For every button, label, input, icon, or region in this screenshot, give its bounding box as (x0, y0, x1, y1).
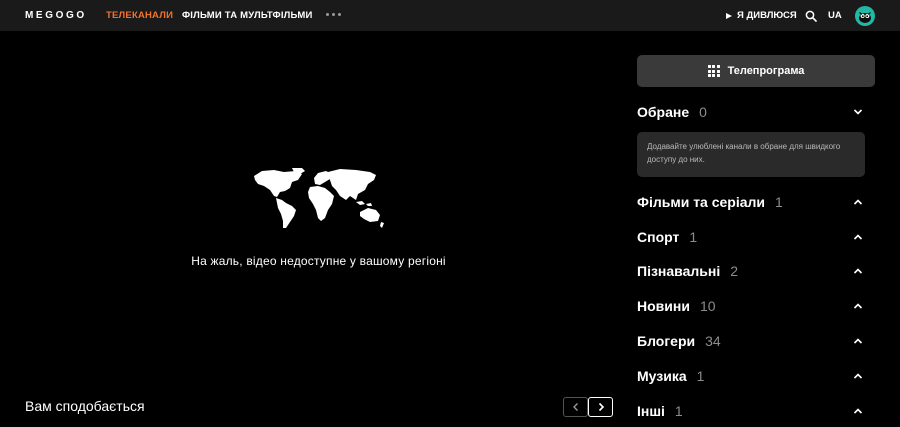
more-menu-icon[interactable] (326, 13, 341, 16)
chevron-up-icon (853, 199, 863, 205)
megogo-logo[interactable]: MEGOGO (25, 10, 87, 21)
chevron-down-icon (853, 109, 863, 115)
category-count: 10 (699, 298, 716, 314)
recommendations-title: Вам сподобається (25, 398, 145, 414)
chevron-right-icon (598, 402, 604, 412)
carousel-next-button[interactable] (588, 397, 613, 417)
avatar[interactable] (855, 6, 875, 26)
chevron-up-icon (853, 268, 863, 274)
category-music[interactable]: Музика 1 (637, 366, 875, 386)
category-name: Пізнавальні (637, 263, 721, 279)
category-sport[interactable]: Спорт 1 (637, 227, 875, 247)
chevron-up-icon (853, 234, 863, 240)
category-name: Інші (637, 403, 665, 419)
category-other[interactable]: Інші 1 (637, 401, 875, 421)
category-name: Фільми та серіали (637, 194, 766, 210)
chevron-up-icon (853, 373, 863, 379)
watching-label: Я ДИВЛЮСЯ (737, 10, 797, 21)
category-news[interactable]: Новини 10 (637, 296, 875, 316)
category-count: 2 (730, 263, 739, 279)
category-name: Обране (637, 104, 690, 120)
category-count: 1 (674, 403, 683, 419)
nav-movies-cartoons[interactable]: ФІЛЬМИ ТА МУЛЬТФІЛЬМИ (182, 10, 312, 21)
category-favorites[interactable]: Обране 0 (637, 102, 875, 122)
chevron-up-icon (853, 303, 863, 309)
watching-button[interactable]: Я ДИВЛЮСЯ (726, 10, 797, 21)
category-name: Музика (637, 368, 687, 384)
chevron-left-icon (572, 403, 578, 411)
carousel-prev-button[interactable] (563, 397, 588, 417)
category-bloggers[interactable]: Блогери 34 (637, 331, 875, 351)
play-icon (726, 12, 732, 19)
favorites-hint: Додавайте улюблені канали в обране для ш… (637, 132, 865, 177)
grid-icon (707, 65, 720, 77)
search-icon[interactable] (805, 9, 817, 27)
category-movies-series[interactable]: Фільми та серіали 1 (637, 192, 875, 212)
category-count: 1 (689, 229, 698, 245)
tv-guide-label: Телепрограма (727, 65, 805, 77)
tv-guide-button[interactable]: Телепрограма (637, 55, 875, 87)
region-unavailable-message: На жаль, відео недоступне у вашому регіо… (191, 254, 446, 268)
chevron-up-icon (853, 408, 863, 414)
channels-sidebar: Телепрограма Обране 0 Додавайте улюблені… (637, 31, 875, 427)
category-count: 34 (705, 333, 721, 349)
world-map-icon (252, 168, 386, 235)
language-switch[interactable]: UA (828, 10, 842, 21)
chevron-up-icon (853, 338, 863, 344)
nav-tv-channels[interactable]: ТЕЛЕКАНАЛИ (106, 10, 173, 21)
category-count: 0 (699, 104, 707, 120)
category-name: Новини (637, 298, 690, 314)
top-header: MEGOGO ТЕЛЕКАНАЛИ ФІЛЬМИ ТА МУЛЬТФІЛЬМИ … (0, 0, 900, 31)
category-count: 1 (775, 194, 783, 210)
category-educational[interactable]: Пізнавальні 2 (637, 261, 875, 281)
category-count: 1 (696, 368, 705, 384)
category-name: Блогери (637, 333, 696, 349)
category-name: Спорт (637, 229, 680, 245)
